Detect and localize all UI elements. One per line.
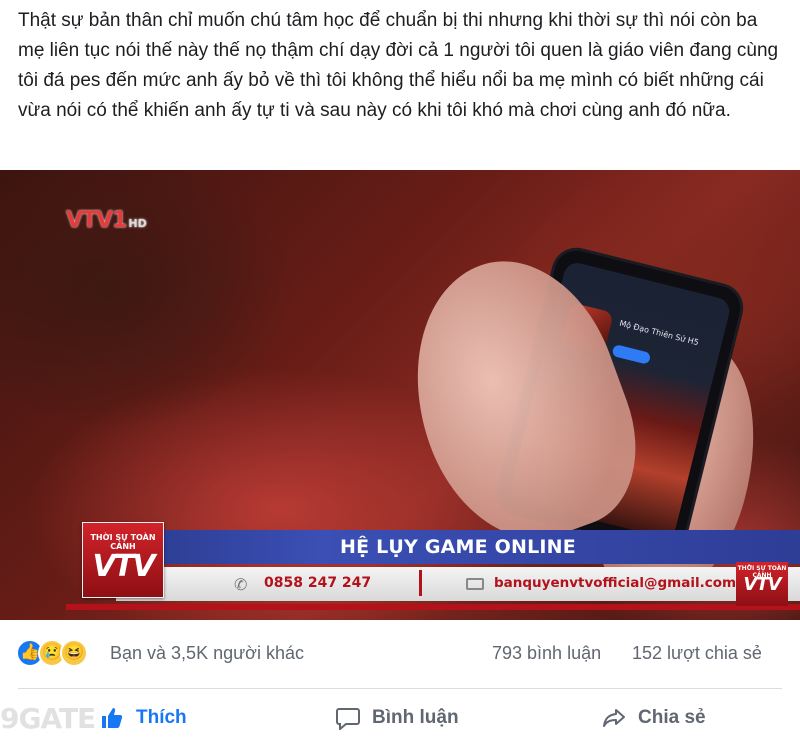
like-label: Thích — [136, 707, 187, 728]
contact-email: banquyenvtvofficial@gmail.com — [494, 575, 737, 591]
shares-count-link[interactable]: 152 lượt chia sẻ — [632, 643, 762, 664]
comment-label: Bình luận — [372, 707, 459, 728]
comment-icon — [334, 704, 362, 732]
contact-bar: ✆ 0858 247 247 banquyenvtvofficial@gmail… — [116, 567, 800, 601]
post-text: Thật sự bản thân chỉ muốn chú tâm học để… — [18, 10, 779, 121]
watermark: 9GATE — [0, 702, 96, 735]
action-bar: Thích Bình luận Chia sẻ — [0, 694, 800, 743]
corner-logo: VTV — [743, 574, 781, 595]
corner-badge: THỜI SỰ TOÀN CẢNH VTV — [736, 562, 788, 606]
reactors-link[interactable]: Bạn và 3,5K người khác — [110, 643, 304, 664]
program-badge: THỜI SỰ TOÀN CẢNH VTV — [82, 522, 164, 598]
headline-bar: HỆ LỤY GAME ONLINE — [116, 530, 800, 564]
news-headline: HỆ LỤY GAME ONLINE — [340, 536, 576, 558]
share-label: Chia sẻ — [638, 707, 706, 728]
share-icon — [600, 704, 628, 732]
comment-button[interactable]: Bình luận — [334, 702, 459, 734]
haha-reaction-icon[interactable]: 😆 — [60, 639, 88, 667]
red-strip — [66, 604, 800, 610]
share-button[interactable]: Chia sẻ — [600, 702, 706, 734]
like-button[interactable]: Thích — [98, 702, 187, 734]
thumbs-up-icon — [98, 704, 126, 732]
video-player[interactable]: Mộ Đạo Thiên Sử H5 VTV1 HD HỆ LỤY GAME ON… — [0, 170, 800, 620]
program-logo: VTV — [92, 549, 156, 584]
comments-count-link[interactable]: 793 bình luận — [492, 643, 601, 664]
channel-logo-text: VTV1 — [66, 208, 127, 233]
contact-separator — [419, 570, 422, 596]
divider — [18, 688, 782, 689]
channel-hd-label: HD — [128, 217, 147, 230]
channel-logo: VTV1 HD — [66, 208, 147, 233]
app-get-button — [611, 343, 652, 365]
contact-phone: 0858 247 247 — [264, 575, 372, 591]
app-title: Mộ Đạo Thiên Sử H5 — [618, 318, 700, 348]
mail-icon — [466, 578, 484, 590]
reaction-stats: 👍 😢 😆 Bạn và 3,5K người khác 793 bình lu… — [16, 634, 786, 674]
phone-icon: ✆ — [234, 575, 248, 594]
news-lower-third: HỆ LỤY GAME ONLINE ✆ 0858 247 247 banquy… — [66, 522, 800, 616]
